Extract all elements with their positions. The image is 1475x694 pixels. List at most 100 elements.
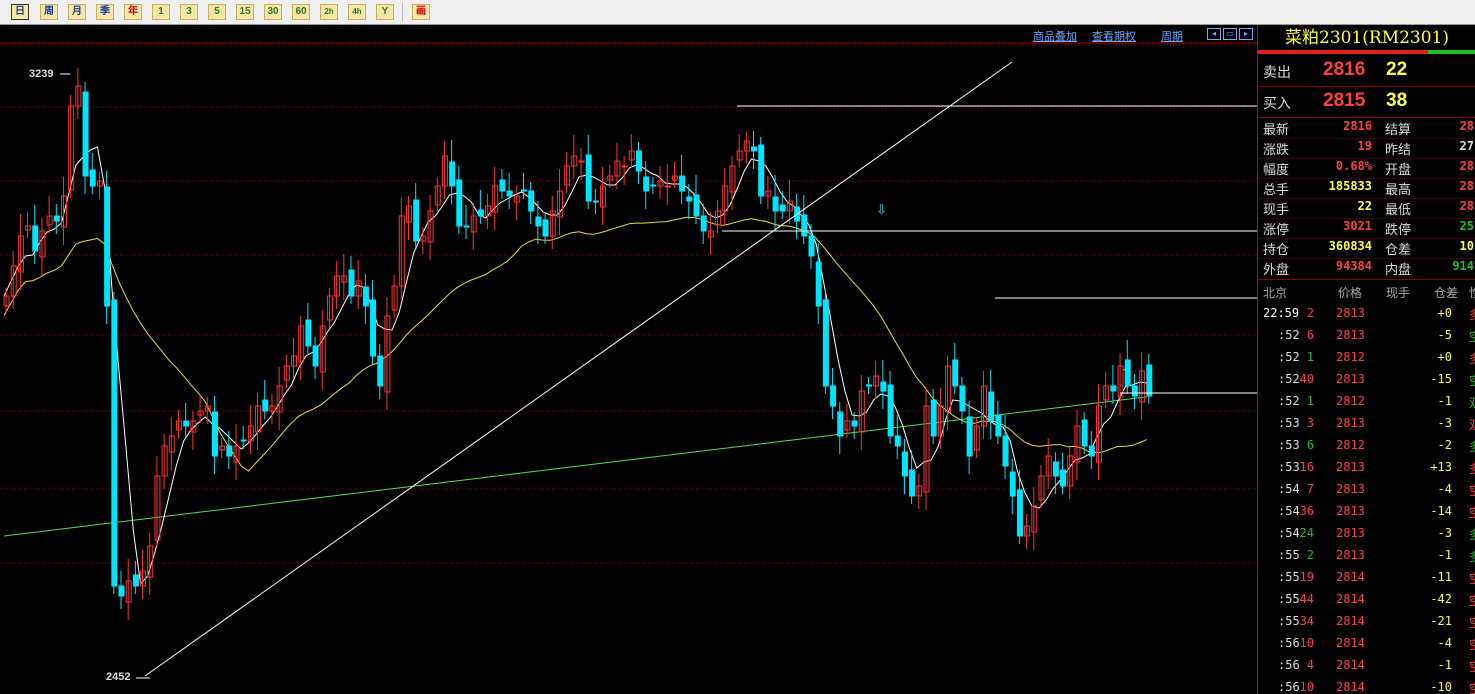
tick-row[interactable]: :52 2812 1 +0 多 <box>1258 347 1475 369</box>
candle-body <box>1088 445 1095 457</box>
stat-label: 幅度 <box>1263 163 1290 178</box>
period-day-button[interactable]: 日 <box>11 4 29 20</box>
period-15min-button[interactable]: 15 <box>236 4 254 20</box>
period-60min-button[interactable]: 60 <box>292 4 310 20</box>
tick-oi-change: -3 <box>1437 416 1452 430</box>
drawing-tool-button[interactable]: 画 <box>412 4 430 20</box>
candle-body <box>578 160 585 163</box>
tick-row[interactable]: :54 2813 36 -14 空 <box>1258 501 1475 523</box>
tick-row[interactable]: :53 2813 16 +13 多 <box>1258 457 1475 479</box>
tick-row[interactable]: :54 2813 7 -4 空 <box>1258 479 1475 501</box>
tick-price: 2812 <box>1336 438 1365 452</box>
tick-volume: 1 <box>1306 350 1314 364</box>
tick-price: 2814 <box>1336 636 1365 650</box>
tick-volume: 3 <box>1306 416 1314 430</box>
candle-body <box>183 420 190 427</box>
candle-body <box>456 179 463 227</box>
period-year-y-button[interactable]: Y <box>376 4 394 20</box>
candle-body <box>901 451 908 477</box>
tick-volume: 2 <box>1306 306 1314 320</box>
period-1min-button[interactable]: 1 <box>152 4 170 20</box>
period-3min-button[interactable]: 3 <box>180 4 198 20</box>
high-price-label: 3239 <box>29 68 54 80</box>
candle-body <box>751 146 757 152</box>
candle-body <box>348 269 355 297</box>
tick-nature: 空 <box>1469 482 1475 499</box>
candle-body <box>1052 461 1059 477</box>
tick-row[interactable]: 22:59 2813 2 +0 多 <box>1258 303 1475 325</box>
candle-body <box>966 416 973 457</box>
stat-label: 开盘 <box>1385 163 1412 178</box>
tick-time: :54 <box>1278 526 1300 540</box>
tick-row[interactable]: :55 2814 19 -11 空 <box>1258 567 1475 589</box>
stat-label: 现手 <box>1263 203 1290 218</box>
tick-price: 2813 <box>1336 306 1365 320</box>
candle-body <box>1146 364 1153 397</box>
tick-row[interactable]: :55 2814 44 -42 空 <box>1258 589 1475 611</box>
stat-value: 10 <box>1459 239 1474 253</box>
period-quarter-button[interactable]: 季 <box>96 4 114 20</box>
ma60-line <box>3 396 1147 537</box>
tick-price: 2813 <box>1336 416 1365 430</box>
tick-row[interactable]: :56 2814 10 -10 空 <box>1258 677 1475 694</box>
tick-volume: 24 <box>1299 526 1314 540</box>
period-year-button[interactable]: 年 <box>124 4 142 20</box>
stat-value: 27 <box>1459 139 1474 153</box>
period-4h-button[interactable]: 4h <box>348 4 366 20</box>
scroll-right-icon[interactable]: ▸ <box>1239 28 1253 40</box>
tick-row[interactable]: :52 2813 6 -5 空 <box>1258 325 1475 347</box>
toolbar-divider <box>402 3 403 21</box>
ticks-header: 北京 价格 现手 仓差 性 <box>1258 281 1475 303</box>
contract-title: 菜粕2301(RM2301) <box>1285 28 1449 48</box>
tick-row[interactable]: :56 2814 10 -4 空 <box>1258 633 1475 655</box>
stat-value: 28 <box>1459 179 1474 193</box>
zoom-icon[interactable]: ▭ <box>1223 28 1237 40</box>
view-options-link[interactable]: 查看期权 <box>1092 28 1136 44</box>
tick-row[interactable]: :56 2814 4 -1 空 <box>1258 655 1475 677</box>
period-link[interactable]: 周期 <box>1161 28 1183 44</box>
scroll-left-icon[interactable]: ◂ <box>1207 28 1221 40</box>
candle-body <box>830 385 837 407</box>
tick-row[interactable]: :53 2812 6 -2 多 <box>1258 435 1475 457</box>
tick-price: 2813 <box>1336 504 1365 518</box>
tick-oi-change: +0 <box>1437 350 1452 364</box>
candle-body <box>959 385 966 412</box>
tick-row[interactable]: :55 2814 34 -21 空 <box>1258 611 1475 633</box>
tick-price: 2813 <box>1336 460 1365 474</box>
candle-body <box>528 190 535 212</box>
tick-volume: 6 <box>1306 438 1314 452</box>
tick-volume: 16 <box>1299 460 1314 474</box>
tick-nature: 多 <box>1469 306 1475 323</box>
tick-row[interactable]: :52 2812 1 -1 双 <box>1258 391 1475 413</box>
buy-sell-ratio-bar-sell <box>1428 50 1475 54</box>
stat-value: 0.68% <box>1335 159 1372 173</box>
tick-row[interactable]: :55 2813 2 -1 多 <box>1258 545 1475 567</box>
kline-chart[interactable]: ⇩ ⇩ 商品叠加 查看期权 周期 ◂ ▭ ▸ 3239 2452 <box>0 26 1257 694</box>
tick-row[interactable]: :53 2813 3 -3 双 <box>1258 413 1475 435</box>
period-30min-button[interactable]: 30 <box>264 4 282 20</box>
tick-volume: 44 <box>1299 592 1314 606</box>
down-arrow-icon: ⇩ <box>1121 361 1132 376</box>
period-5min-button[interactable]: 5 <box>208 4 226 20</box>
candle-body <box>758 144 765 197</box>
candle-body <box>772 196 779 212</box>
candle-body <box>1016 489 1023 537</box>
tick-time: :56 <box>1278 680 1300 694</box>
candle-body <box>952 359 959 387</box>
overlay-commodity-link[interactable]: 商品叠加 <box>1033 28 1077 44</box>
tick-row[interactable]: :54 2813 24 -3 多 <box>1258 523 1475 545</box>
candle-body <box>700 215 707 232</box>
period-month-button[interactable]: 月 <box>68 4 86 20</box>
period-week-button[interactable]: 周 <box>40 4 58 20</box>
tick-nature: 空 <box>1469 592 1475 609</box>
period-2h-button[interactable]: 2h <box>320 4 338 20</box>
stat-label: 内盘 <box>1385 263 1412 278</box>
tick-price: 2813 <box>1336 328 1365 342</box>
stat-label: 涨跌 <box>1263 143 1290 158</box>
candle-body <box>664 185 671 188</box>
tick-row[interactable]: :52 2813 40 -15 空 <box>1258 369 1475 391</box>
candle-body <box>887 384 894 437</box>
tick-nature: 空 <box>1469 328 1475 345</box>
low-price-label: 2452 <box>106 671 131 683</box>
candle-body <box>801 214 808 237</box>
